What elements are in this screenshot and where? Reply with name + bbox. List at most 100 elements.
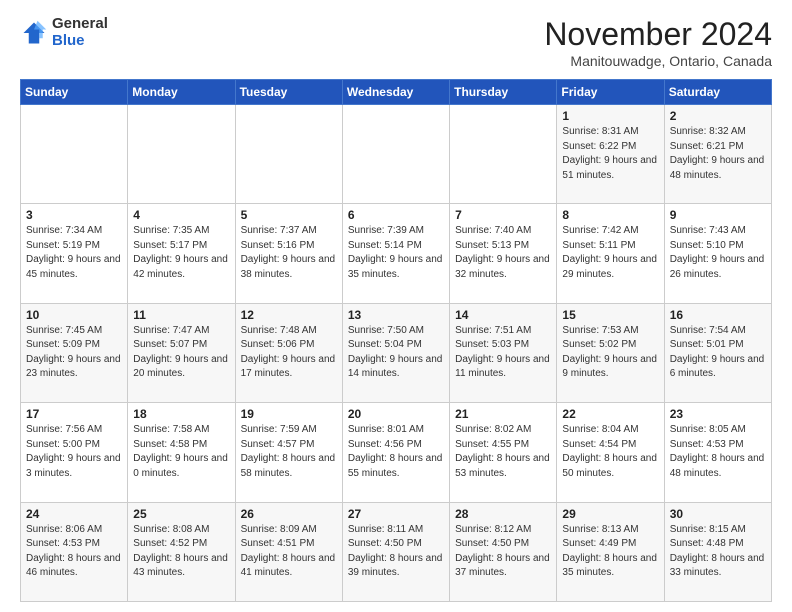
day-number: 29 xyxy=(562,507,658,521)
day-number: 8 xyxy=(562,208,658,222)
day-number: 18 xyxy=(133,407,229,421)
day-number: 28 xyxy=(455,507,551,521)
page: General Blue November 2024 Manitouwadge,… xyxy=(0,0,792,612)
day-info: Sunrise: 8:11 AMSunset: 4:50 PMDaylight:… xyxy=(348,523,444,581)
day-number: 4 xyxy=(133,208,229,222)
day-info: Sunrise: 7:34 AMSunset: 5:19 PMDaylight:… xyxy=(26,224,122,282)
day-number: 9 xyxy=(670,208,766,222)
calendar-cell: 15Sunrise: 7:53 AMSunset: 5:02 PMDayligh… xyxy=(557,303,664,402)
day-info: Sunrise: 8:06 AMSunset: 4:53 PMDaylight:… xyxy=(26,523,122,581)
calendar-week-2: 10 Sunrise: 7:45 AMSunset: 5:09 PMDayligh… xyxy=(21,303,772,402)
day-info: Sunrise: 8:12 AMSunset: 4:50 PMDaylight:… xyxy=(455,523,551,581)
day-number: 27 xyxy=(348,507,444,521)
day-number: 21 xyxy=(455,407,551,421)
logo-text: General Blue xyxy=(52,16,108,49)
day-info: Sunrise: 7:40 AMSunset: 5:13 PMDaylight:… xyxy=(455,224,551,282)
day-info: Sunrise: 8:05 AMSunset: 4:53 PMDaylight:… xyxy=(670,423,766,481)
col-header-friday: Friday xyxy=(557,80,664,105)
calendar-week-0: 1Sunrise: 8:31 AMSunset: 6:22 PMDaylight… xyxy=(21,105,772,204)
calendar-cell: 21 Sunrise: 8:02 AMSunset: 4:55 PMDayligh… xyxy=(450,403,557,502)
day-number: 13 xyxy=(348,308,444,322)
calendar-cell: 5 Sunrise: 7:37 AMSunset: 5:16 PMDaylight… xyxy=(235,204,342,303)
day-number: 11 xyxy=(133,308,229,322)
header: General Blue November 2024 Manitouwadge,… xyxy=(20,16,772,69)
logo-blue: Blue xyxy=(52,33,108,50)
day-number: 16 xyxy=(670,308,766,322)
day-info: Sunrise: 7:59 AMSunset: 4:57 PMDaylight:… xyxy=(241,423,337,481)
month-title: November 2024 xyxy=(544,16,772,53)
logo-icon xyxy=(20,19,48,47)
calendar-cell: 19 Sunrise: 7:59 AMSunset: 4:57 PMDayligh… xyxy=(235,403,342,502)
day-info: Sunrise: 7:51 AMSunset: 5:03 PMDaylight:… xyxy=(455,324,551,382)
day-number: 30 xyxy=(670,507,766,521)
calendar-cell: 7 Sunrise: 7:40 AMSunset: 5:13 PMDaylight… xyxy=(450,204,557,303)
day-number: 20 xyxy=(348,407,444,421)
day-info: Sunrise: 7:43 AMSunset: 5:10 PMDaylight:… xyxy=(670,224,766,282)
calendar-cell xyxy=(342,105,449,204)
calendar-cell: 3 Sunrise: 7:34 AMSunset: 5:19 PMDaylight… xyxy=(21,204,128,303)
calendar-cell: 17 Sunrise: 7:56 AMSunset: 5:00 PMDayligh… xyxy=(21,403,128,502)
calendar-cell: 27 Sunrise: 8:11 AMSunset: 4:50 PMDayligh… xyxy=(342,502,449,601)
calendar-cell: 8Sunrise: 7:42 AMSunset: 5:11 PMDaylight… xyxy=(557,204,664,303)
calendar-week-3: 17 Sunrise: 7:56 AMSunset: 5:00 PMDayligh… xyxy=(21,403,772,502)
calendar-cell: 26 Sunrise: 8:09 AMSunset: 4:51 PMDayligh… xyxy=(235,502,342,601)
day-info: Sunrise: 8:09 AMSunset: 4:51 PMDaylight:… xyxy=(241,523,337,581)
day-info: Sunrise: 7:58 AMSunset: 4:58 PMDaylight:… xyxy=(133,423,229,481)
day-number: 6 xyxy=(348,208,444,222)
day-info: Sunrise: 8:15 AMSunset: 4:48 PMDaylight:… xyxy=(670,523,766,581)
calendar-cell xyxy=(21,105,128,204)
calendar-cell: 13Sunrise: 7:50 AMSunset: 5:04 PMDayligh… xyxy=(342,303,449,402)
calendar-cell: 6 Sunrise: 7:39 AMSunset: 5:14 PMDaylight… xyxy=(342,204,449,303)
day-number: 5 xyxy=(241,208,337,222)
calendar-cell: 28 Sunrise: 8:12 AMSunset: 4:50 PMDayligh… xyxy=(450,502,557,601)
calendar-cell: 16 Sunrise: 7:54 AMSunset: 5:01 PMDayligh… xyxy=(664,303,771,402)
calendar-table: SundayMondayTuesdayWednesdayThursdayFrid… xyxy=(20,79,772,602)
day-number: 10 xyxy=(26,308,122,322)
day-number: 25 xyxy=(133,507,229,521)
day-info: Sunrise: 8:08 AMSunset: 4:52 PMDaylight:… xyxy=(133,523,229,581)
location: Manitouwadge, Ontario, Canada xyxy=(544,53,772,69)
day-info: Sunrise: 7:54 AMSunset: 5:01 PMDaylight:… xyxy=(670,324,766,382)
calendar-cell: 14Sunrise: 7:51 AMSunset: 5:03 PMDayligh… xyxy=(450,303,557,402)
day-info: Sunrise: 8:02 AMSunset: 4:55 PMDaylight:… xyxy=(455,423,551,481)
calendar-cell: 24 Sunrise: 8:06 AMSunset: 4:53 PMDayligh… xyxy=(21,502,128,601)
calendar-cell: 20 Sunrise: 8:01 AMSunset: 4:56 PMDayligh… xyxy=(342,403,449,502)
day-number: 26 xyxy=(241,507,337,521)
day-number: 3 xyxy=(26,208,122,222)
day-info: Sunrise: 8:01 AMSunset: 4:56 PMDaylight:… xyxy=(348,423,444,481)
calendar-cell: 1Sunrise: 8:31 AMSunset: 6:22 PMDaylight… xyxy=(557,105,664,204)
logo: General Blue xyxy=(20,16,108,49)
day-info: Sunrise: 8:31 AMSunset: 6:22 PMDaylight:… xyxy=(562,125,658,183)
calendar-cell xyxy=(235,105,342,204)
calendar-cell: 22 Sunrise: 8:04 AMSunset: 4:54 PMDayligh… xyxy=(557,403,664,502)
col-header-wednesday: Wednesday xyxy=(342,80,449,105)
calendar-cell: 30 Sunrise: 8:15 AMSunset: 4:48 PMDayligh… xyxy=(664,502,771,601)
calendar-cell: 29Sunrise: 8:13 AMSunset: 4:49 PMDayligh… xyxy=(557,502,664,601)
col-header-tuesday: Tuesday xyxy=(235,80,342,105)
day-info: Sunrise: 8:32 AMSunset: 6:21 PMDaylight:… xyxy=(670,125,766,183)
calendar-cell: 4Sunrise: 7:35 AMSunset: 5:17 PMDaylight… xyxy=(128,204,235,303)
logo-general: General xyxy=(52,16,108,33)
day-number: 7 xyxy=(455,208,551,222)
calendar-cell: 9 Sunrise: 7:43 AMSunset: 5:10 PMDaylight… xyxy=(664,204,771,303)
day-number: 24 xyxy=(26,507,122,521)
col-header-monday: Monday xyxy=(128,80,235,105)
day-number: 19 xyxy=(241,407,337,421)
day-number: 2 xyxy=(670,109,766,123)
day-number: 17 xyxy=(26,407,122,421)
calendar-cell: 18 Sunrise: 7:58 AMSunset: 4:58 PMDayligh… xyxy=(128,403,235,502)
day-number: 12 xyxy=(241,308,337,322)
calendar-cell: 2 Sunrise: 8:32 AMSunset: 6:21 PMDaylight… xyxy=(664,105,771,204)
day-info: Sunrise: 8:04 AMSunset: 4:54 PMDaylight:… xyxy=(562,423,658,481)
calendar-cell: 11Sunrise: 7:47 AMSunset: 5:07 PMDayligh… xyxy=(128,303,235,402)
day-info: Sunrise: 7:48 AMSunset: 5:06 PMDaylight:… xyxy=(241,324,337,382)
day-info: Sunrise: 7:45 AMSunset: 5:09 PMDaylight:… xyxy=(26,324,122,382)
day-info: Sunrise: 7:56 AMSunset: 5:00 PMDaylight:… xyxy=(26,423,122,481)
day-info: Sunrise: 7:39 AMSunset: 5:14 PMDaylight:… xyxy=(348,224,444,282)
day-info: Sunrise: 7:53 AMSunset: 5:02 PMDaylight:… xyxy=(562,324,658,382)
calendar-header-row: SundayMondayTuesdayWednesdayThursdayFrid… xyxy=(21,80,772,105)
day-info: Sunrise: 7:37 AMSunset: 5:16 PMDaylight:… xyxy=(241,224,337,282)
day-number: 22 xyxy=(562,407,658,421)
calendar-week-1: 3 Sunrise: 7:34 AMSunset: 5:19 PMDaylight… xyxy=(21,204,772,303)
col-header-saturday: Saturday xyxy=(664,80,771,105)
